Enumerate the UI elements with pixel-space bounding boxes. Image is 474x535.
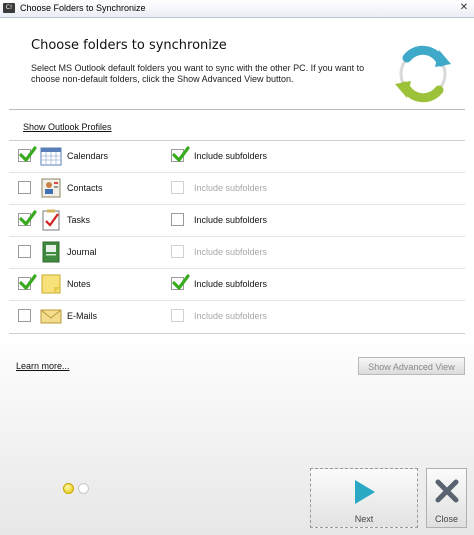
header: Choose folders to synchronize Select MS … [0, 18, 474, 110]
include-subfolders-checkbox[interactable] [171, 146, 190, 162]
app-icon: C! [3, 3, 15, 13]
sync-logo-icon [395, 45, 451, 103]
folder-checkbox-notes[interactable] [18, 274, 37, 290]
folder-checkbox-contacts[interactable] [18, 181, 31, 194]
close-button[interactable]: Close [426, 468, 467, 528]
folder-checkbox-tasks[interactable] [18, 210, 37, 226]
folder-row-notes: Notes Include subfolders [9, 269, 465, 301]
folder-checkbox-calendars[interactable] [18, 146, 37, 162]
tasks-icon [42, 209, 60, 231]
include-subfolders-label: Include subfolders [194, 247, 268, 257]
include-subfolders-checkbox [171, 309, 184, 322]
show-advanced-view-button[interactable]: Show Advanced View [358, 357, 465, 375]
folder-row-calendars: Calendars Include subfolders [9, 141, 465, 173]
page-description: Select MS Outlook default folders you wa… [31, 63, 365, 84]
include-subfolders-label: Include subfolders [194, 183, 268, 193]
folder-name: Journal [67, 247, 97, 257]
show-outlook-profiles-link[interactable]: Show Outlook Profiles [23, 122, 112, 132]
include-subfolders-checkbox [171, 181, 184, 194]
title-bar: C! Choose Folders to Synchronize ✕ [0, 0, 474, 18]
folder-name: Tasks [67, 215, 91, 225]
folder-row-e-mails: E-Mails Include subfolders [9, 301, 465, 332]
next-arrow-icon [355, 480, 375, 504]
next-button[interactable]: Next [310, 468, 418, 528]
close-x-icon [435, 479, 459, 503]
include-subfolders-checkbox [171, 245, 184, 258]
email-icon [40, 309, 62, 324]
folder-checkbox-e-mails[interactable] [18, 309, 31, 322]
content-area: Show Outlook Profiles Calendars Include s… [0, 110, 474, 535]
folder-name: Calendars [67, 151, 109, 161]
notes-icon [41, 274, 61, 294]
learn-more-link[interactable]: Learn more... [16, 361, 70, 371]
folder-list: Calendars Include subfolders Contacts Inclu… [9, 140, 465, 334]
folder-name: E-Mails [67, 311, 98, 321]
include-subfolders-label: Include subfolders [194, 279, 268, 289]
close-button-label: Close [434, 514, 458, 524]
step-indicator-next [78, 483, 89, 494]
journal-icon [42, 241, 60, 263]
contacts-icon [41, 178, 61, 198]
page-title: Choose folders to synchronize [31, 38, 227, 53]
include-subfolders-checkbox[interactable] [171, 274, 190, 290]
step-indicator-current [63, 483, 74, 494]
window-close-icon[interactable]: ✕ [458, 2, 470, 14]
folder-row-tasks: Tasks Include subfolders [9, 205, 465, 237]
folder-name: Contacts [67, 183, 103, 193]
folder-checkbox-journal[interactable] [18, 245, 31, 258]
include-subfolders-checkbox[interactable] [171, 213, 184, 226]
include-subfolders-label: Include subfolders [194, 215, 268, 225]
calendar-icon [40, 147, 62, 166]
folder-name: Notes [67, 279, 91, 289]
include-subfolders-label: Include subfolders [194, 311, 268, 321]
folder-row-contacts: Contacts Include subfolders [9, 173, 465, 205]
include-subfolders-label: Include subfolders [194, 151, 268, 161]
next-button-label: Next [354, 514, 374, 524]
window-title: Choose Folders to Synchronize [20, 3, 146, 13]
folder-row-journal: Journal Include subfolders [9, 237, 465, 269]
